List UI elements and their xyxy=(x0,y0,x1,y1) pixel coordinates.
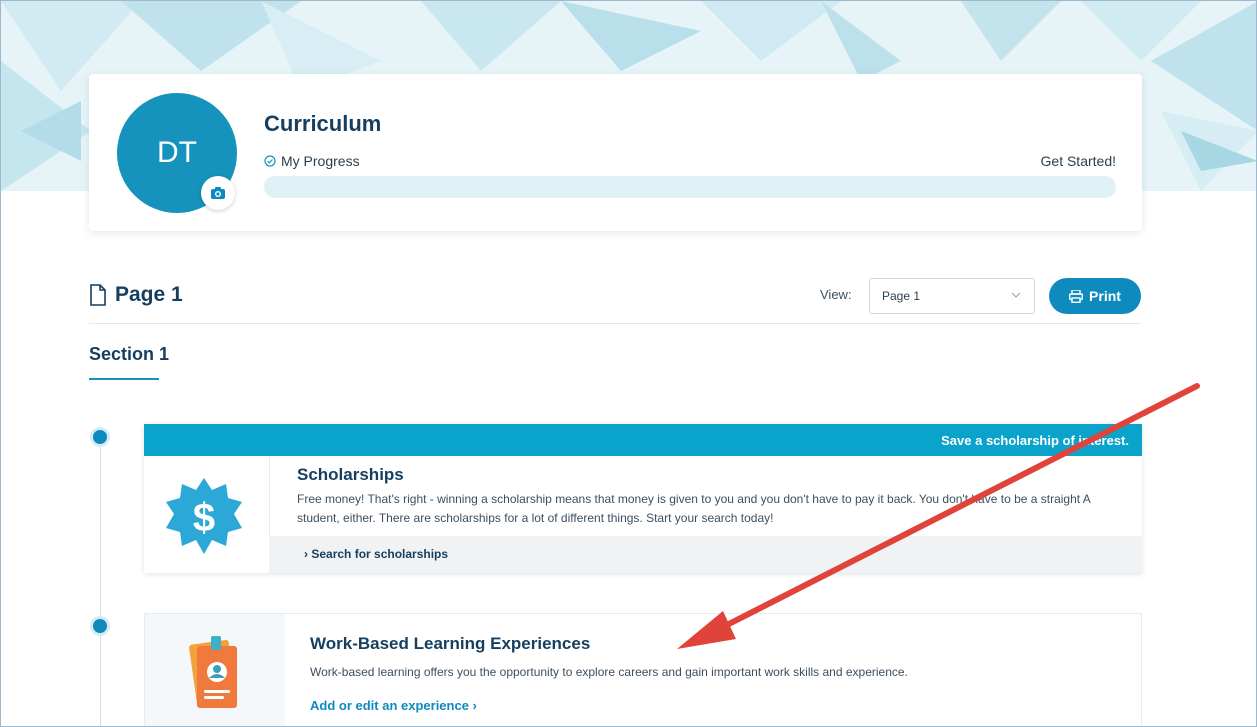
work-based-description: Work-based learning offers you the oppor… xyxy=(310,665,908,679)
timeline-dot xyxy=(93,430,107,444)
progress-header: My Progress Get Started! xyxy=(264,153,1116,169)
page-divider xyxy=(89,323,1141,324)
search-scholarships-label: Search for scholarships xyxy=(311,547,449,561)
curriculum-title: Curriculum xyxy=(264,111,382,136)
view-label: View: xyxy=(820,287,852,302)
scholarship-banner-text: Save a scholarship of interest. xyxy=(941,432,1129,448)
svg-text:$: $ xyxy=(193,496,215,540)
camera-icon xyxy=(211,187,225,199)
page-header: Page 1 xyxy=(89,283,183,307)
view-selected-value: Page 1 xyxy=(882,289,921,303)
add-experience-link[interactable]: Add or edit an experience › xyxy=(310,698,477,713)
work-based-title: Work-Based Learning Experiences xyxy=(310,634,591,653)
page-title: Page 1 xyxy=(115,283,183,306)
scholarship-description: Free money! That's right - winning a sch… xyxy=(297,492,1091,525)
scholarship-banner[interactable]: Save a scholarship of interest. xyxy=(144,424,1142,456)
scholarship-title: Scholarships xyxy=(297,465,404,484)
print-label: Print xyxy=(1089,288,1121,304)
progress-status: Get Started! xyxy=(1040,153,1116,169)
dollar-badge-icon: $ xyxy=(166,478,242,554)
timeline-dot xyxy=(93,619,107,633)
print-button[interactable]: Print xyxy=(1049,278,1141,314)
check-circle-icon xyxy=(264,155,276,167)
view-select[interactable]: Page 1 xyxy=(869,278,1035,314)
change-photo-button[interactable] xyxy=(201,176,235,210)
scholarship-icon-panel: $ xyxy=(144,456,270,573)
search-scholarships-link[interactable]: › Search for scholarships xyxy=(304,547,448,561)
id-badge-icon xyxy=(189,636,237,708)
printer-icon xyxy=(1069,289,1084,303)
document-icon xyxy=(90,284,106,306)
chevron-down-icon xyxy=(1011,292,1021,298)
work-based-learning-card: Work-Based Learning Experiences Work-bas… xyxy=(144,613,1142,726)
scholarships-card: Save a scholarship of interest. $ Schola… xyxy=(144,424,1142,573)
section-title: Section 1 xyxy=(89,344,170,364)
work-based-icon-panel xyxy=(145,614,285,726)
timeline-line xyxy=(100,437,101,726)
avatar-initials: DT xyxy=(157,136,197,169)
app-frame: DT Curriculum My Progress Get Started! P… xyxy=(0,0,1257,727)
add-experience-label: Add or edit an experience xyxy=(310,698,469,713)
section-underline xyxy=(89,378,159,380)
chevron-right-icon: › xyxy=(468,698,477,713)
progress-bar xyxy=(264,176,1116,198)
progress-label: My Progress xyxy=(281,153,360,169)
profile-card: DT Curriculum My Progress Get Started! xyxy=(89,74,1142,231)
